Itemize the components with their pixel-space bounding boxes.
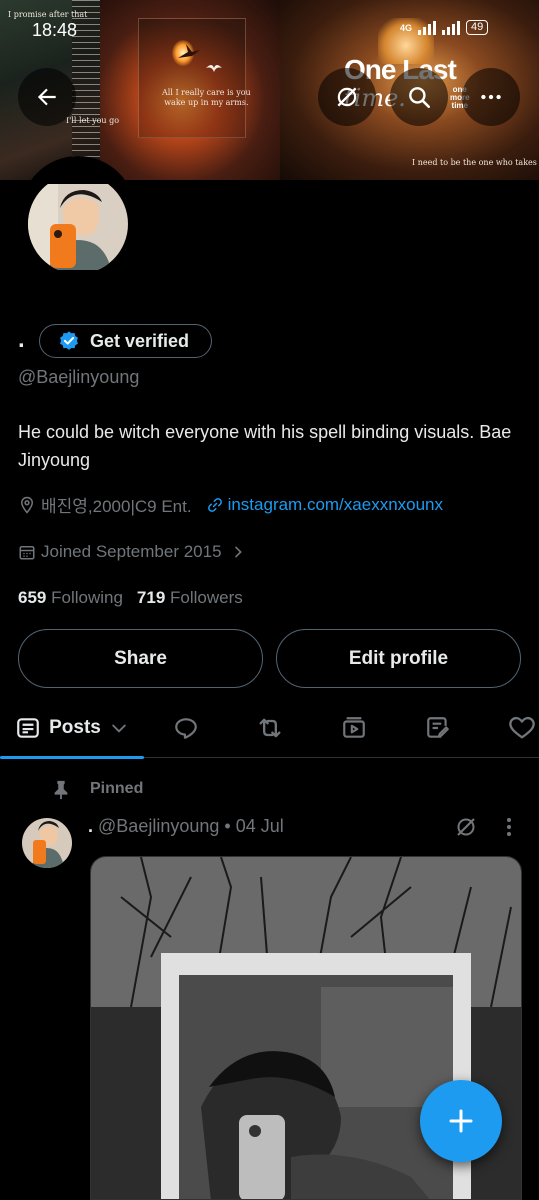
banner-caption: I need to be the one who takes you home. bbox=[412, 158, 539, 167]
status-time: 18:48 bbox=[32, 20, 78, 40]
verified-badge-icon bbox=[60, 331, 78, 350]
tab-media[interactable] bbox=[328, 698, 380, 758]
pinned-label: Pinned bbox=[90, 780, 144, 797]
get-verified-label: Get verified bbox=[90, 330, 190, 351]
post-date[interactable]: 04 Jul bbox=[236, 816, 284, 836]
search-icon bbox=[409, 87, 431, 109]
repost-icon bbox=[259, 718, 281, 738]
chevron-down-icon bbox=[112, 724, 126, 733]
joined-text: Joined September 2015 bbox=[41, 542, 222, 561]
calendar-icon bbox=[19, 546, 35, 560]
get-verified-button[interactable]: Get verified bbox=[39, 324, 212, 358]
tab-articles[interactable] bbox=[412, 698, 464, 758]
arrow-left-icon bbox=[37, 88, 56, 106]
location-icon bbox=[20, 496, 34, 514]
followers-link[interactable]: 719 Followers bbox=[137, 588, 243, 608]
following-count: 659 bbox=[18, 588, 47, 607]
avatar-photo bbox=[28, 174, 128, 274]
more-vertical-icon[interactable] bbox=[498, 815, 520, 839]
followers-label: Followers bbox=[170, 588, 243, 607]
signal-icon bbox=[418, 20, 437, 35]
post-separator: • bbox=[224, 816, 231, 836]
display-name: . bbox=[18, 326, 25, 353]
grok-button[interactable] bbox=[318, 68, 376, 126]
tab-posts-label: Posts bbox=[49, 717, 101, 738]
more-icon bbox=[481, 94, 501, 100]
pin-icon bbox=[54, 780, 68, 800]
followers-count: 719 bbox=[136, 588, 166, 607]
reply-icon bbox=[175, 718, 197, 739]
heart-icon bbox=[509, 716, 535, 739]
more-button[interactable] bbox=[462, 68, 520, 126]
location-text: 배진영,2000|C9 Ent. bbox=[41, 497, 192, 516]
signal-icon bbox=[442, 20, 461, 35]
profile-link[interactable]: instagram.com/xaexxnxounx bbox=[228, 495, 443, 515]
post-avatar-photo bbox=[22, 818, 72, 868]
video-icon bbox=[343, 717, 365, 738]
network-label: 4G bbox=[400, 22, 413, 33]
grok-icon bbox=[337, 87, 357, 107]
following-label: Following bbox=[51, 588, 123, 607]
plus-icon bbox=[449, 1109, 473, 1133]
profile-meta-location: 배진영,2000|C9 Ent. instagram.com/xaexxnxou… bbox=[18, 492, 443, 517]
avatar[interactable] bbox=[28, 174, 128, 274]
share-button[interactable]: Share bbox=[18, 629, 263, 688]
tab-posts[interactable]: Posts bbox=[0, 698, 144, 758]
article-icon bbox=[427, 717, 449, 738]
post-author-handle[interactable]: @Baejlinyoung bbox=[98, 816, 219, 836]
tab-active-indicator bbox=[0, 756, 144, 759]
banner-text: I'll let you go bbox=[66, 116, 120, 125]
profile-bio: He could be witch everyone with his spel… bbox=[18, 422, 512, 470]
back-button[interactable] bbox=[18, 68, 76, 126]
banner-text: I promise after that bbox=[8, 10, 88, 19]
compose-button[interactable] bbox=[420, 1080, 502, 1162]
posts-icon bbox=[17, 718, 39, 738]
profile-handle: @Baejlinyoung bbox=[18, 367, 140, 387]
profile-meta-joined: Joined September 2015 bbox=[18, 542, 246, 562]
tab-likes[interactable] bbox=[496, 698, 539, 758]
chevron-right-icon[interactable] bbox=[230, 544, 246, 560]
bird-icon bbox=[206, 65, 222, 72]
grok-icon[interactable] bbox=[454, 815, 478, 839]
link-icon bbox=[207, 497, 222, 512]
post-header: . @Baejlinyoung • 04 Jul bbox=[88, 816, 284, 837]
post-author-name[interactable]: . bbox=[88, 816, 93, 836]
follow-counts: 659 Following 719 Followers bbox=[18, 588, 243, 608]
post-avatar[interactable] bbox=[22, 818, 72, 868]
tab-replies[interactable] bbox=[160, 698, 212, 758]
search-button[interactable] bbox=[390, 68, 448, 126]
profile-tabs: Posts bbox=[0, 698, 539, 758]
tab-reposts[interactable] bbox=[244, 698, 296, 758]
edit-profile-button[interactable]: Edit profile bbox=[276, 629, 521, 688]
banner-text: All I really care is you wake up in my a… bbox=[162, 88, 251, 107]
status-icons: 4G 49 bbox=[400, 20, 489, 35]
following-link[interactable]: 659 Following bbox=[18, 588, 123, 608]
battery-icon: 49 bbox=[466, 20, 489, 35]
